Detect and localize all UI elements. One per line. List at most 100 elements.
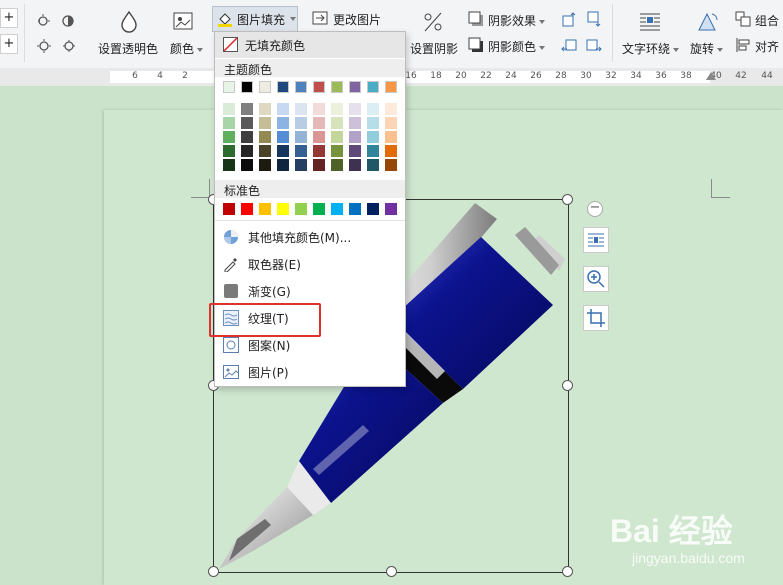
change-picture-button[interactable]: 更改图片 <box>312 8 392 30</box>
contrast-up-icon[interactable] <box>61 12 77 28</box>
align-label[interactable]: 对齐 <box>755 38 779 55</box>
group-icon[interactable] <box>735 11 751 27</box>
theme-color-swatch[interactable] <box>385 81 397 93</box>
color-label[interactable]: 颜色 <box>170 40 204 57</box>
set-transparent-label[interactable]: 设置透明色 <box>98 40 158 57</box>
resize-handle[interactable] <box>562 194 573 205</box>
theme-color-swatch[interactable] <box>331 81 343 93</box>
theme-shade-swatch[interactable] <box>385 131 397 143</box>
plus-button-2[interactable]: + <box>0 34 18 54</box>
theme-color-swatch[interactable] <box>223 81 235 93</box>
eyedropper-option[interactable]: 取色器(E) <box>215 251 405 277</box>
theme-shade-swatch[interactable] <box>295 131 307 143</box>
zoom-button[interactable] <box>583 266 609 292</box>
group-label[interactable]: 组合 <box>755 12 779 29</box>
theme-shade-swatch[interactable] <box>331 145 343 157</box>
standard-color-swatch[interactable] <box>349 203 361 215</box>
align-icon[interactable] <box>735 37 751 53</box>
theme-shade-swatch[interactable] <box>241 131 253 143</box>
theme-shade-swatch[interactable] <box>223 131 235 143</box>
theme-color-swatch[interactable] <box>241 81 253 93</box>
shadow-color-label[interactable]: 阴影颜色 <box>488 38 546 55</box>
theme-shade-swatch[interactable] <box>331 131 343 143</box>
layout-options-button[interactable] <box>583 227 609 253</box>
standard-color-swatch[interactable] <box>313 203 325 215</box>
theme-shade-swatch[interactable] <box>349 145 361 157</box>
theme-shade-swatch[interactable] <box>241 159 253 171</box>
theme-shade-swatch[interactable] <box>385 159 397 171</box>
theme-shade-swatch[interactable] <box>223 117 235 129</box>
resize-handle[interactable] <box>208 566 219 577</box>
standard-color-swatch[interactable] <box>223 203 235 215</box>
theme-shade-swatch[interactable] <box>259 131 271 143</box>
theme-shade-swatch[interactable] <box>367 131 379 143</box>
theme-shade-swatch[interactable] <box>313 117 325 129</box>
theme-shade-swatch[interactable] <box>259 103 271 115</box>
indent-marker-icon[interactable] <box>706 72 716 80</box>
text-wrap-label[interactable]: 文字环绕 <box>622 40 680 57</box>
standard-color-swatch[interactable] <box>331 203 343 215</box>
theme-shade-swatch[interactable] <box>277 145 289 157</box>
theme-shade-swatch[interactable] <box>277 103 289 115</box>
crop-button[interactable] <box>583 305 609 331</box>
theme-color-swatch[interactable] <box>349 81 361 93</box>
brightness-up-icon[interactable] <box>36 12 52 28</box>
theme-color-swatch[interactable] <box>367 81 379 93</box>
theme-shade-swatch[interactable] <box>349 131 361 143</box>
shadow-slash-icon[interactable] <box>421 10 445 34</box>
theme-shade-swatch[interactable] <box>223 103 235 115</box>
theme-shade-swatch[interactable] <box>367 103 379 115</box>
standard-color-swatch[interactable] <box>295 203 307 215</box>
resize-handle[interactable] <box>562 566 573 577</box>
more-colors-option[interactable]: 其他填充颜色(M)... <box>215 224 405 250</box>
theme-shade-swatch[interactable] <box>295 117 307 129</box>
shadow-nudge-right-icon[interactable] <box>586 37 602 53</box>
theme-shade-swatch[interactable] <box>313 103 325 115</box>
picture-fill-button[interactable]: 图片填充 <box>212 6 298 32</box>
theme-shade-swatch[interactable] <box>313 145 325 157</box>
theme-color-swatch[interactable] <box>277 81 289 93</box>
resize-handle[interactable] <box>562 380 573 391</box>
theme-shade-swatch[interactable] <box>349 117 361 129</box>
standard-color-swatch[interactable] <box>385 203 397 215</box>
theme-shade-swatch[interactable] <box>223 159 235 171</box>
rotate-label[interactable]: 旋转 <box>690 40 724 57</box>
theme-shade-swatch[interactable] <box>295 103 307 115</box>
shadow-nudge-down-icon[interactable] <box>586 11 602 27</box>
theme-shade-swatch[interactable] <box>385 103 397 115</box>
theme-shade-swatch[interactable] <box>367 159 379 171</box>
shadow-nudge-up-icon[interactable] <box>561 11 577 27</box>
theme-shade-swatch[interactable] <box>241 103 253 115</box>
theme-shade-swatch[interactable] <box>367 117 379 129</box>
set-shadow-label[interactable]: 设置阴影 <box>410 40 458 57</box>
contrast-down-icon[interactable] <box>61 38 77 54</box>
standard-color-swatch[interactable] <box>259 203 271 215</box>
theme-color-swatch[interactable] <box>313 81 325 93</box>
gradient-option[interactable]: 渐变(G) <box>215 278 405 304</box>
standard-color-swatch[interactable] <box>367 203 379 215</box>
color-icon[interactable] <box>172 10 194 32</box>
shadow-nudge-left-icon[interactable] <box>561 37 577 53</box>
shadow-effect-label[interactable]: 阴影效果 <box>488 12 546 29</box>
theme-shade-swatch[interactable] <box>259 145 271 157</box>
theme-shade-swatch[interactable] <box>385 145 397 157</box>
text-wrap-icon[interactable] <box>638 10 662 34</box>
shadow-color-icon[interactable] <box>468 37 484 53</box>
picture-option[interactable]: 图片(P) <box>215 359 405 385</box>
theme-shade-swatch[interactable] <box>241 145 253 157</box>
theme-shade-swatch[interactable] <box>277 131 289 143</box>
theme-shade-swatch[interactable] <box>349 103 361 115</box>
theme-shade-swatch[interactable] <box>295 145 307 157</box>
theme-shade-swatch[interactable] <box>277 117 289 129</box>
no-fill-option[interactable]: 无填充颜色 <box>215 32 405 58</box>
theme-shade-swatch[interactable] <box>331 159 343 171</box>
transparent-color-icon[interactable] <box>118 10 140 34</box>
collapse-minus-button[interactable]: − <box>587 201 603 217</box>
theme-shade-swatch[interactable] <box>223 145 235 157</box>
brightness-down-icon[interactable] <box>36 38 52 54</box>
standard-color-swatch[interactable] <box>241 203 253 215</box>
theme-shade-swatch[interactable] <box>331 117 343 129</box>
standard-color-swatch[interactable] <box>277 203 289 215</box>
rotate-icon[interactable] <box>696 10 720 34</box>
theme-shade-swatch[interactable] <box>349 159 361 171</box>
